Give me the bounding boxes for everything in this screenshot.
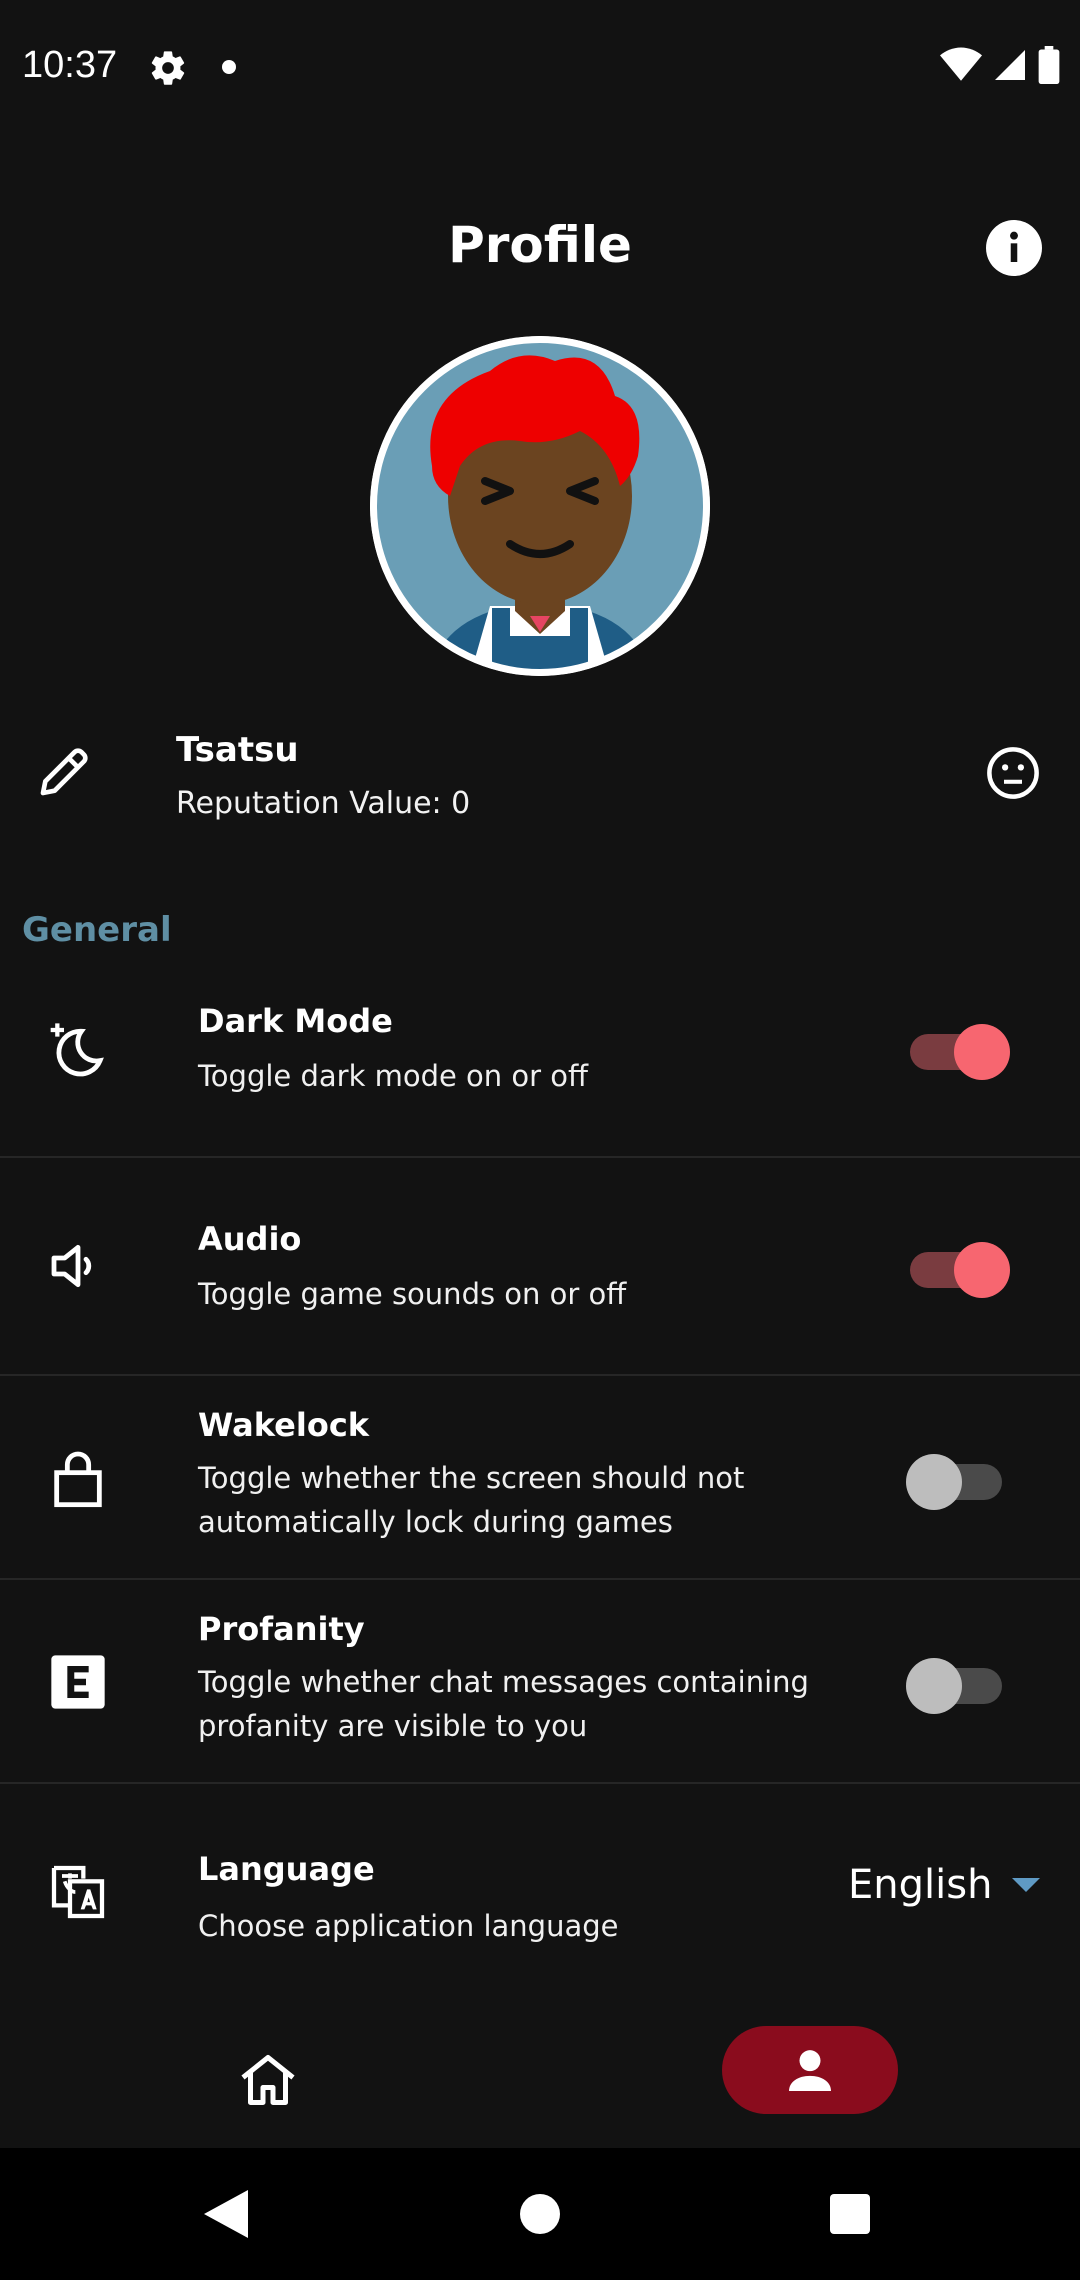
status-bar: 10:37: [0, 0, 1080, 134]
person-icon: [789, 2050, 831, 2091]
back-icon[interactable]: [204, 2190, 248, 2238]
toggle-thumb: [906, 1658, 962, 1714]
speaker-icon: [51, 1244, 92, 1288]
home-icon[interactable]: [236, 2050, 300, 2110]
setting-title: Wakelock: [198, 1406, 370, 1444]
chevron-down-icon: [1012, 1878, 1041, 1892]
setting-description: Toggle whether chat messages containing …: [198, 1665, 809, 1743]
battery-icon: [1038, 46, 1060, 84]
language-selected-value: English: [848, 1862, 993, 1908]
page-title: Profile: [448, 216, 632, 274]
setting-description: Toggle dark mode on or off: [198, 1059, 588, 1093]
toggle-thumb: [954, 1242, 1010, 1298]
wakelock-toggle[interactable]: [906, 1446, 1006, 1510]
translate-icon: [51, 1865, 105, 1919]
system-navigation-bar: [0, 2148, 1080, 2280]
notification-dot: [222, 60, 236, 74]
setting-title: Profanity: [198, 1610, 365, 1648]
status-time: 10:37: [22, 44, 118, 86]
setting-row-audio: Audio Toggle game sounds on or off: [0, 1158, 1080, 1376]
setting-description: Toggle game sounds on or off: [198, 1277, 627, 1311]
language-dropdown[interactable]: English: [848, 1862, 1041, 1908]
setting-row-profanity: Profanity Toggle whether chat messages c…: [0, 1580, 1080, 1784]
setting-description: Choose application language: [198, 1909, 619, 1943]
toggle-thumb: [954, 1024, 1010, 1080]
profile-screen: 10:37 Profile Tsatsu Reputation Value: 0…: [0, 0, 1080, 2280]
bottom-navigation: [0, 2008, 1080, 2148]
explicit-icon: [51, 1655, 105, 1709]
setting-row-wakelock: Wakelock Toggle whether the screen shoul…: [0, 1376, 1080, 1580]
setting-description: Toggle whether the screen should not aut…: [198, 1461, 745, 1539]
profanity-toggle[interactable]: [906, 1650, 1006, 1714]
nav-profile-button[interactable]: [722, 2026, 898, 2114]
reputation-value: Reputation Value: 0: [176, 786, 471, 821]
pencil-icon[interactable]: [36, 744, 92, 800]
audio-toggle[interactable]: [906, 1234, 1010, 1298]
avatar-image: [370, 336, 710, 676]
wifi-icon: [940, 47, 982, 81]
status-icons: [940, 46, 1060, 84]
dark-mode-toggle[interactable]: [906, 1016, 1010, 1080]
dark-mode-icon: [50, 1023, 104, 1077]
signal-icon: [995, 50, 1025, 80]
neutral-face-icon[interactable]: [986, 746, 1040, 800]
setting-title: Audio: [198, 1220, 302, 1258]
lock-icon: [54, 1451, 102, 1508]
home-circle-icon[interactable]: [520, 2194, 560, 2234]
setting-row-dark-mode: Dark Mode Toggle dark mode on or off: [0, 974, 1080, 1158]
toggle-thumb: [906, 1454, 962, 1510]
section-label-general: General: [22, 910, 172, 950]
recents-icon[interactable]: [830, 2194, 870, 2234]
avatar[interactable]: [370, 336, 710, 676]
settings-icon: [151, 51, 185, 85]
setting-title: Language: [198, 1850, 375, 1888]
setting-title: Dark Mode: [198, 1002, 393, 1040]
user-name: Tsatsu: [176, 730, 299, 770]
info-icon[interactable]: [986, 220, 1042, 276]
